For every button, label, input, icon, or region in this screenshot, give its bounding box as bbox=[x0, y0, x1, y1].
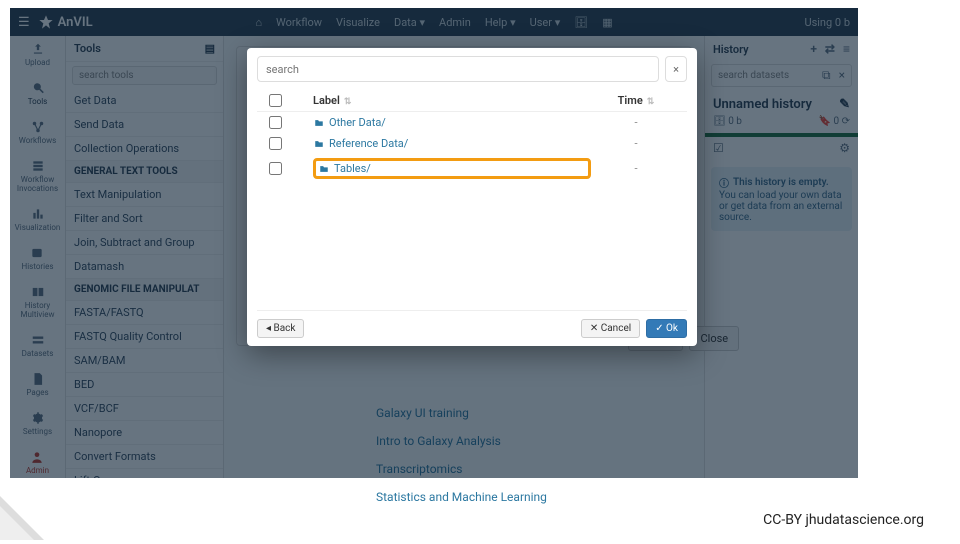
history-tag-icon[interactable]: 🔖 bbox=[819, 116, 831, 127]
folder-link[interactable]: Reference Data/ bbox=[313, 137, 591, 150]
nav-visualize[interactable]: Visualize bbox=[336, 16, 380, 29]
select-all-checkbox[interactable] bbox=[269, 94, 282, 107]
rail-pages[interactable]: Pages bbox=[26, 372, 48, 397]
link-intro[interactable]: Intro to Galaxy Analysis bbox=[376, 434, 692, 448]
history-panel: History + ⇄ ≡ search datasets ⧉× Unnamed… bbox=[704, 36, 858, 478]
nav-workflow[interactable]: Workflow bbox=[276, 16, 322, 29]
history-gear-icon[interactable]: ⚙ bbox=[839, 141, 850, 155]
row-time: - bbox=[591, 162, 681, 175]
rail-admin[interactable]: Admin bbox=[26, 450, 49, 475]
sort-icon[interactable]: ⇅ bbox=[344, 97, 352, 107]
row-checkbox[interactable] bbox=[269, 116, 282, 129]
tool-category: GENERAL TEXT TOOLS bbox=[66, 161, 223, 183]
tool-item[interactable]: BED bbox=[66, 373, 223, 397]
rail-visualization[interactable]: Visualization bbox=[15, 207, 61, 232]
tool-item[interactable]: Collection Operations bbox=[66, 137, 223, 161]
table-row[interactable]: Tables/- bbox=[257, 154, 687, 183]
page-corner-fold bbox=[0, 496, 44, 540]
info-icon: ⓘ bbox=[719, 175, 729, 190]
history-filter-icon[interactable]: ⧉ bbox=[822, 68, 831, 83]
link-transcriptomics[interactable]: Transcriptomics bbox=[376, 462, 692, 476]
tool-item[interactable]: Text Manipulation bbox=[66, 183, 223, 207]
row-time: - bbox=[591, 116, 681, 129]
folder-link[interactable]: Tables/ bbox=[313, 158, 591, 179]
rail-tools[interactable]: Tools bbox=[28, 81, 48, 106]
nav-data[interactable]: Data ▾ bbox=[394, 16, 425, 29]
link-stats-ml[interactable]: Statistics and Machine Learning bbox=[376, 490, 692, 504]
nav-home-icon[interactable]: ⌂ bbox=[255, 16, 262, 29]
usage-indicator: Using 0 b bbox=[804, 16, 850, 29]
row-time: - bbox=[591, 137, 681, 150]
tool-item[interactable]: FASTA/FASTQ bbox=[66, 301, 223, 325]
tool-item[interactable]: Filter and Sort bbox=[66, 207, 223, 231]
top-nav: ⌂ Workflow Visualize Data ▾ Admin Help ▾… bbox=[255, 16, 612, 29]
tools-title: Tools bbox=[74, 42, 101, 55]
col-time[interactable]: Time bbox=[618, 94, 643, 107]
history-search[interactable]: search datasets ⧉× bbox=[711, 64, 852, 87]
sort-icon[interactable]: ⇅ bbox=[647, 97, 655, 107]
nav-admin[interactable]: Admin bbox=[439, 16, 471, 29]
link-galaxy-ui[interactable]: Galaxy UI training bbox=[376, 406, 692, 420]
rail-histories[interactable]: Histories bbox=[22, 246, 54, 271]
table-header: Label ⇅ Time ⇅ bbox=[257, 90, 687, 112]
cancel-button[interactable]: ✕ Cancel bbox=[581, 319, 640, 338]
history-empty: ⓘThis history is empty. You can load you… bbox=[711, 167, 852, 231]
nav-storage-icon[interactable]: 🗄 bbox=[574, 16, 588, 29]
attribution: CC-BY jhudatascience.org bbox=[763, 512, 924, 528]
rail-datasets[interactable]: Datasets bbox=[22, 333, 54, 358]
folder-link[interactable]: Other Data/ bbox=[313, 116, 591, 129]
file-browser-modal: × Label⇅ Time⇅ Other Data/-Reference Dat… bbox=[247, 48, 697, 346]
tool-item[interactable]: Lift-Over bbox=[66, 469, 223, 478]
tool-item[interactable]: Nanopore bbox=[66, 421, 223, 445]
nav-help[interactable]: Help ▾ bbox=[485, 16, 516, 29]
tool-item[interactable]: FASTQ Quality Control bbox=[66, 325, 223, 349]
tools-search[interactable]: search tools bbox=[72, 66, 217, 85]
tool-list: Get DataSend DataCollection OperationsGE… bbox=[66, 89, 223, 478]
nav-user[interactable]: User ▾ bbox=[530, 16, 561, 29]
rail-upload[interactable]: Upload bbox=[25, 42, 50, 67]
tool-item[interactable]: Send Data bbox=[66, 113, 223, 137]
rail-workflows[interactable]: Workflows bbox=[19, 120, 57, 145]
rail-multiview[interactable]: History Multiview bbox=[10, 285, 65, 319]
history-clear-icon[interactable]: × bbox=[839, 68, 845, 83]
tool-item[interactable]: Join, Subtract and Group bbox=[66, 231, 223, 255]
tool-item[interactable]: Get Data bbox=[66, 89, 223, 113]
table-row[interactable]: Reference Data/- bbox=[257, 133, 687, 154]
tools-panel: Tools ▤ search tools Get DataSend DataCo… bbox=[66, 36, 224, 478]
history-refresh-icon[interactable]: ⟳ bbox=[842, 116, 850, 127]
rail-invocations[interactable]: Workflow Invocations bbox=[10, 159, 65, 193]
history-name[interactable]: Unnamed history bbox=[713, 97, 812, 112]
tools-panel-icon[interactable]: ▤ bbox=[205, 42, 215, 55]
history-size: 🗄 0 b bbox=[713, 116, 742, 127]
col-label[interactable]: Label bbox=[313, 94, 340, 107]
history-options-icon[interactable]: ≡ bbox=[843, 42, 850, 56]
topbar: ☰ AnVIL ⌂ Workflow Visualize Data ▾ Admi… bbox=[10, 8, 858, 36]
modal-close-button[interactable]: × bbox=[665, 56, 687, 82]
left-rail: Upload Tools Workflows Workflow Invocati… bbox=[10, 36, 66, 478]
history-new-icon[interactable]: + bbox=[810, 42, 817, 56]
tool-category: GENOMIC FILE MANIPULAT bbox=[66, 279, 223, 301]
row-checkbox[interactable] bbox=[269, 137, 282, 150]
modal-search-input[interactable] bbox=[257, 56, 659, 82]
row-checkbox[interactable] bbox=[269, 162, 282, 175]
ok-button[interactable]: ✓ Ok bbox=[646, 319, 687, 338]
tool-item[interactable]: Datamash bbox=[66, 255, 223, 279]
history-edit-icon[interactable]: ✎ bbox=[839, 97, 850, 112]
back-button[interactable]: ◂ Back bbox=[257, 319, 304, 338]
nav-grid-icon[interactable]: ▦ bbox=[602, 16, 612, 29]
history-title: History bbox=[713, 43, 749, 56]
welcome-links: Galaxy UI training Intro to Galaxy Analy… bbox=[236, 406, 692, 504]
menu-icon[interactable]: ☰ bbox=[18, 15, 30, 30]
tool-item[interactable]: VCF/BCF bbox=[66, 397, 223, 421]
brand[interactable]: AnVIL bbox=[38, 14, 93, 30]
tool-item[interactable]: Convert Formats bbox=[66, 445, 223, 469]
history-select-icon[interactable]: ☑ bbox=[713, 141, 724, 155]
history-count: 0 bbox=[834, 116, 840, 127]
history-switch-icon[interactable]: ⇄ bbox=[825, 42, 835, 56]
table-row[interactable]: Other Data/- bbox=[257, 112, 687, 133]
tool-item[interactable]: SAM/BAM bbox=[66, 349, 223, 373]
rail-settings[interactable]: Settings bbox=[23, 411, 52, 436]
